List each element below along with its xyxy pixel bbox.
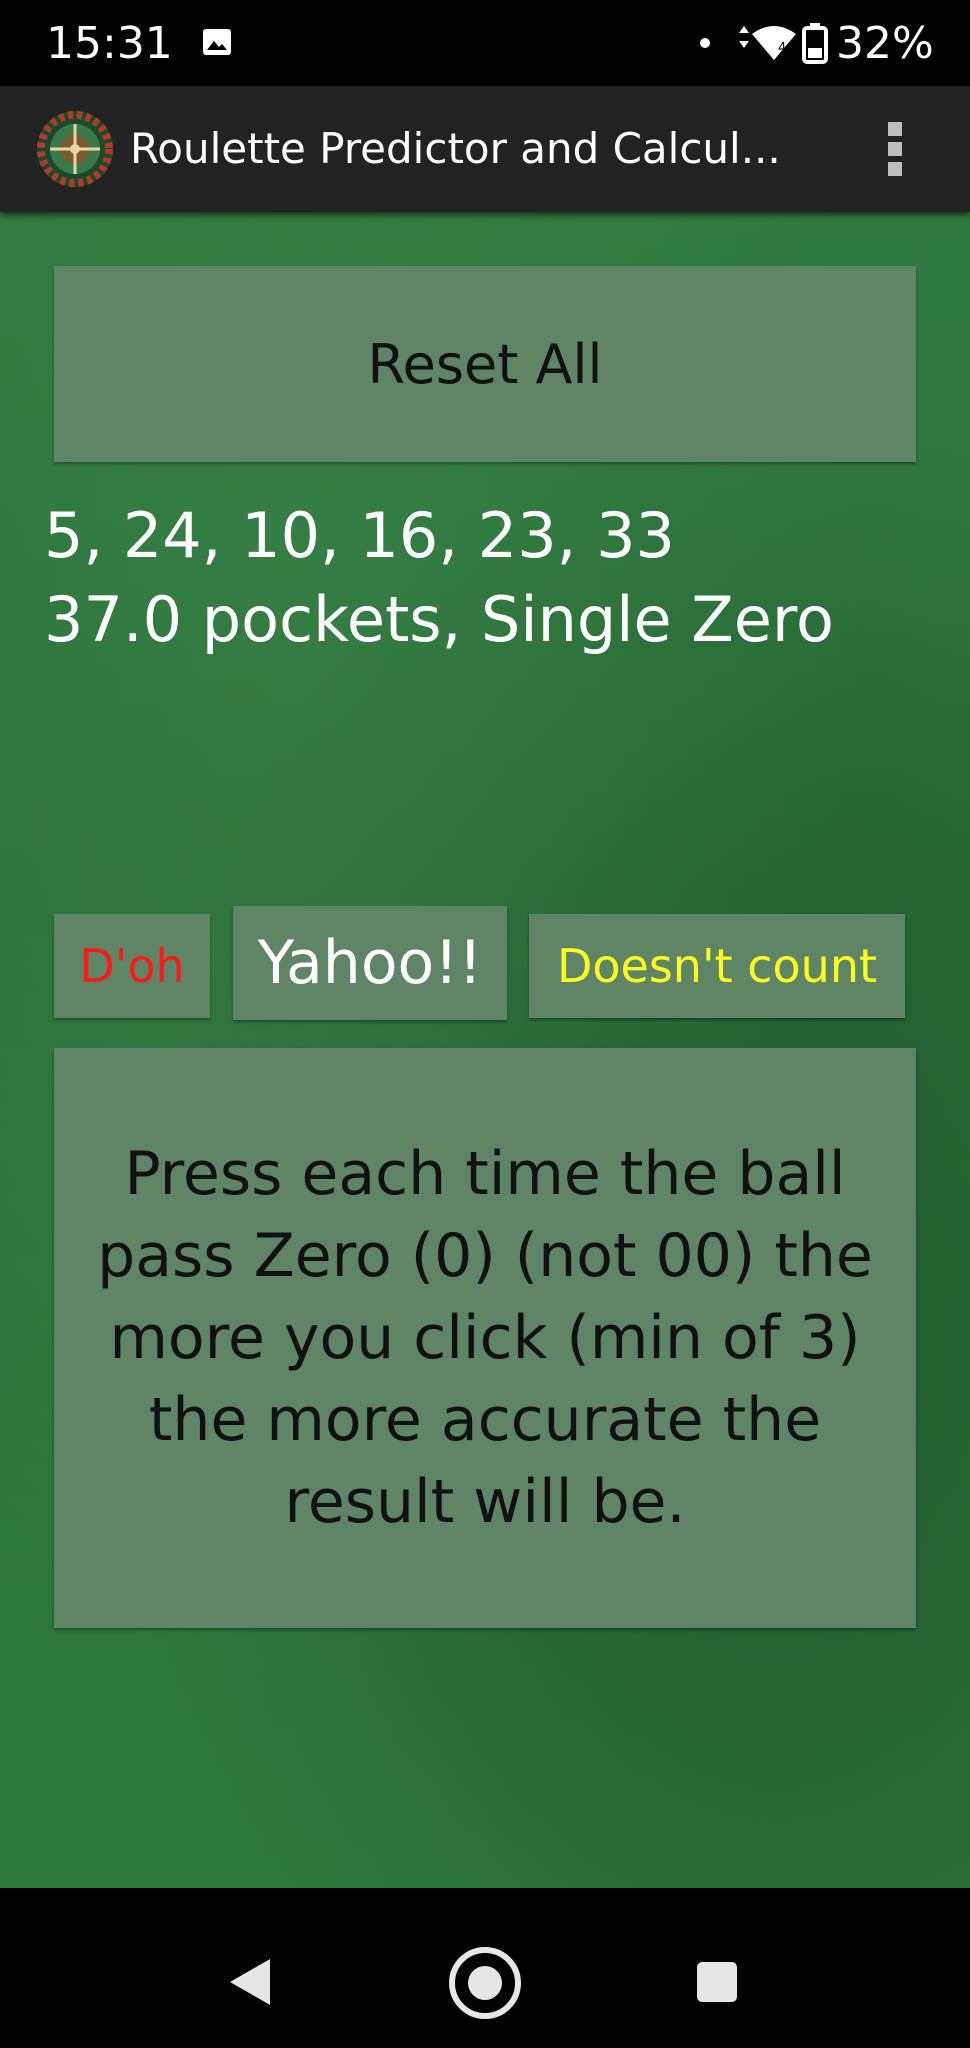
reset-all-button[interactable]: Reset All	[54, 266, 916, 462]
more-vert-icon[interactable]	[870, 116, 920, 182]
zero-pass-button[interactable]: Press each time the ball pass Zero (0) (…	[54, 1048, 916, 1628]
status-time: 15:31	[46, 18, 173, 69]
pockets-info: 37.0 pockets, Single Zero	[44, 583, 834, 656]
recents-icon[interactable]	[697, 1962, 737, 2002]
battery-percentage: 32%	[836, 18, 934, 69]
battery-icon	[802, 23, 828, 64]
connectivity-icons: 4	[739, 23, 828, 64]
home-icon[interactable]	[447, 1945, 523, 2021]
screen: 15:31 4 32% Roulette Predictor and Calcu…	[0, 0, 970, 2048]
gallery-icon	[203, 29, 231, 55]
notification-dot-icon	[700, 38, 710, 48]
svg-text:4: 4	[778, 41, 786, 56]
status-bar: 15:31 4 32%	[0, 0, 970, 86]
main-content: Reset All 5, 24, 10, 16, 23, 33 37.0 poc…	[0, 212, 970, 1888]
app-bar: Roulette Predictor and Calcul...	[0, 86, 970, 212]
doesnt-count-button[interactable]: Doesn't count	[529, 914, 905, 1018]
wifi-icon: 4	[752, 26, 796, 60]
doh-button[interactable]: D'oh	[54, 914, 210, 1018]
back-icon[interactable]	[228, 1957, 272, 2007]
yahoo-button[interactable]: Yahoo!!	[233, 906, 507, 1020]
predicted-numbers: 5, 24, 10, 16, 23, 33	[44, 499, 675, 572]
app-title: Roulette Predictor and Calcul...	[130, 124, 781, 173]
roulette-wheel-icon	[37, 111, 113, 187]
data-arrows-icon	[739, 26, 749, 48]
